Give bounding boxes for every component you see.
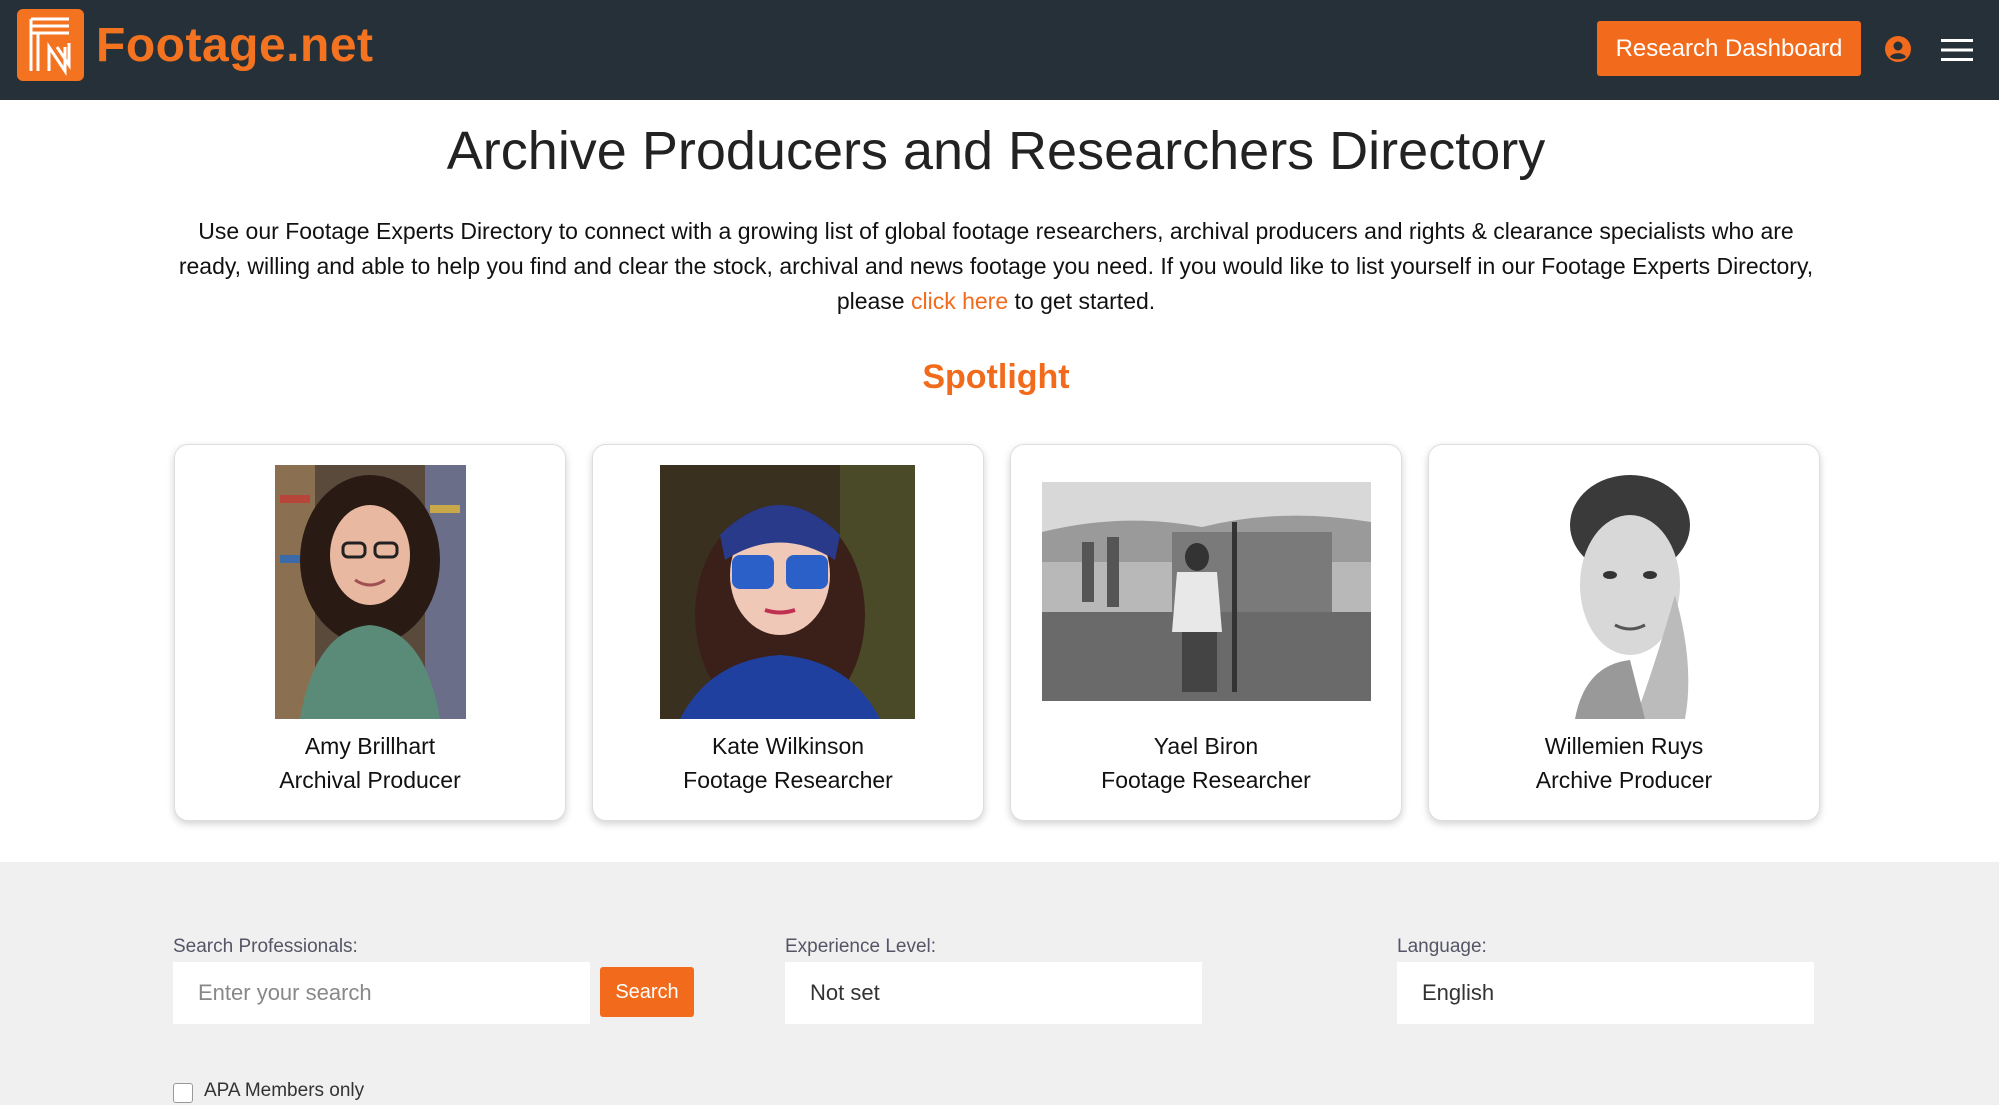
experience-level-select[interactable]: Not set: [785, 962, 1202, 1024]
search-filters-panel: Search Professionals: Search Experience …: [0, 862, 1999, 1105]
intro-paragraph: Use our Footage Experts Directory to con…: [170, 214, 1822, 319]
spotlight-name: Amy Brillhart: [304, 733, 436, 759]
spotlight-role: Footage Researcher: [1101, 767, 1311, 793]
search-professionals-label: Search Professionals:: [173, 936, 358, 957]
page-title: Archive Producers and Researchers Direct…: [446, 121, 1546, 181]
language-value: English: [1422, 980, 1495, 1005]
search-button[interactable]: Search: [600, 967, 694, 1017]
profile-photo: [1535, 465, 1715, 719]
spotlight-role: Archival Producer: [279, 767, 461, 793]
profile-photo: [660, 465, 915, 719]
profile-photo: [275, 465, 466, 719]
spotlight-name: Kate Wilkinson: [711, 733, 865, 759]
spotlight-card-amy-brillhart[interactable]: Amy Brillhart Archival Producer: [174, 444, 566, 821]
hamburger-menu-icon[interactable]: [1941, 37, 1973, 63]
spotlight-card-willemien-ruys[interactable]: Willemien Ruys Archive Producer: [1428, 444, 1820, 821]
spotlight-name: Yael Biron: [1153, 733, 1259, 759]
language-select[interactable]: English: [1397, 962, 1814, 1024]
spotlight-role: Archive Producer: [1535, 767, 1713, 793]
site-logo[interactable]: Footage.net: [17, 9, 374, 81]
spotlight-role: Footage Researcher: [683, 767, 893, 793]
top-navigation-bar: Footage.net Research Dashboard: [0, 0, 1999, 100]
search-input[interactable]: [173, 962, 590, 1024]
spotlight-heading: Spotlight: [922, 358, 1070, 396]
language-label: Language:: [1397, 936, 1487, 957]
profile-photo: [1042, 482, 1371, 701]
footage-logo-icon: [17, 9, 84, 81]
apa-members-label: APA Members only: [204, 1080, 365, 1101]
spotlight-card-kate-wilkinson[interactable]: Kate Wilkinson Footage Researcher: [592, 444, 984, 821]
spotlight-name: Willemien Ruys: [1544, 733, 1704, 759]
experience-level-value: Not set: [810, 980, 880, 1005]
apa-members-checkbox[interactable]: [173, 1083, 193, 1103]
user-account-icon[interactable]: [1885, 36, 1911, 62]
research-dashboard-button[interactable]: Research Dashboard: [1597, 21, 1861, 76]
intro-suffix: to get started.: [1008, 288, 1156, 314]
experience-level-label: Experience Level:: [785, 936, 937, 957]
click-here-link[interactable]: click here: [911, 288, 1008, 314]
spotlight-card-yael-biron[interactable]: Yael Biron Footage Researcher: [1010, 444, 1402, 821]
logo-text: Footage.net: [96, 18, 374, 72]
